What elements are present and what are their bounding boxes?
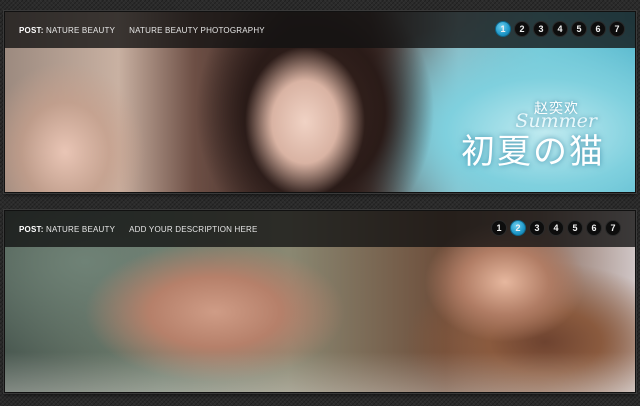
page-button-5[interactable]: 5 (571, 21, 587, 37)
page-button-6[interactable]: 6 (586, 220, 602, 236)
page-button-5[interactable]: 5 (567, 220, 583, 236)
slider-2[interactable]: POST: NATURE BEAUTY ADD YOUR DESCRIPTION… (4, 210, 636, 393)
post-label[interactable]: POST: NATURE BEAUTY (19, 26, 115, 35)
page-button-6[interactable]: 6 (590, 21, 606, 37)
page-button-1[interactable]: 1 (491, 220, 507, 236)
page-button-2[interactable]: 2 (514, 21, 530, 37)
post-description: NATURE BEAUTY PHOTOGRAPHY (129, 25, 265, 35)
caption-title: 初夏の猫 (461, 132, 605, 172)
slide-pager: 1 2 3 4 5 6 7 (491, 220, 621, 236)
page-button-4[interactable]: 4 (548, 220, 564, 236)
page-button-3[interactable]: 3 (533, 21, 549, 37)
page-button-1[interactable]: 1 (495, 21, 511, 37)
post-label[interactable]: POST: NATURE BEAUTY (19, 225, 115, 234)
page-button-3[interactable]: 3 (529, 220, 545, 236)
page-button-7[interactable]: 7 (605, 220, 621, 236)
page-button-7[interactable]: 7 (609, 21, 625, 37)
slider-info-bar: POST: NATURE BEAUTY NATURE BEAUTY PHOTOG… (5, 12, 635, 48)
slide-caption: 赵奕欢 Summer 初夏の猫 (427, 96, 607, 176)
post-prefix: POST: (19, 25, 44, 35)
post-title[interactable]: NATURE BEAUTY (46, 26, 115, 35)
post-description: ADD YOUR DESCRIPTION HERE (129, 224, 258, 234)
page-button-2[interactable]: 2 (510, 220, 526, 236)
page-button-4[interactable]: 4 (552, 21, 568, 37)
slider-info-bar: POST: NATURE BEAUTY ADD YOUR DESCRIPTION… (5, 211, 635, 247)
post-prefix: POST: (19, 224, 44, 234)
slider-1[interactable]: 赵奕欢 Summer 初夏の猫 POST: NATURE BEAUTY NATU… (4, 11, 636, 193)
slide-pager: 1 2 3 4 5 6 7 (495, 21, 625, 37)
post-title[interactable]: NATURE BEAUTY (46, 225, 115, 234)
